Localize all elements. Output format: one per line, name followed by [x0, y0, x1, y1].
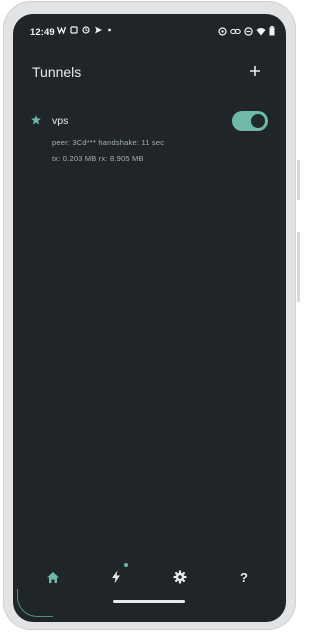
corner-accent [17, 589, 53, 617]
star-icon [31, 115, 41, 125]
tunnel-name: vps [52, 115, 69, 127]
bolt-icon [112, 570, 120, 584]
toggle-knob [251, 114, 265, 128]
nav-help[interactable]: ? [235, 568, 253, 586]
nav-indicator-dot [124, 563, 128, 567]
power-button [297, 232, 300, 302]
app-screen: 12:49 Tunnels vps peer: 3Cd*** handshake… [13, 14, 286, 622]
vpn-key-icon [218, 26, 227, 36]
tunnel-toggle[interactable] [232, 111, 268, 131]
add-tunnel-button[interactable] [244, 60, 266, 82]
nav-home[interactable] [44, 568, 62, 586]
dot-icon [108, 28, 111, 32]
w-icon [57, 26, 66, 34]
help-icon: ? [240, 569, 248, 585]
nav-bolt[interactable] [107, 568, 125, 586]
bottom-nav: ? [13, 562, 286, 592]
tunnel-row[interactable]: vps peer: 3Cd*** handshake: 11 sec tx: 0… [13, 110, 286, 174]
link-icon [230, 28, 241, 34]
status-left-icons [57, 26, 112, 34]
sync-icon [82, 26, 90, 34]
home-icon [47, 571, 59, 583]
status-bar: 12:49 [13, 14, 286, 40]
do-not-disturb-icon [244, 26, 253, 36]
battery-icon [269, 26, 275, 36]
status-time: 12:49 [30, 27, 55, 38]
nav-settings[interactable] [171, 568, 189, 586]
settings-icon [173, 570, 187, 584]
page-title: Tunnels [32, 64, 82, 80]
wifi-icon [256, 27, 266, 35]
send-icon [95, 26, 102, 34]
volume-button [297, 160, 300, 200]
plus-icon [250, 66, 260, 76]
tunnel-transfer-info: tx: 0.203 MB rx: 8.905 MB [52, 154, 144, 163]
gesture-bar[interactable] [113, 600, 185, 603]
tunnel-peer-info: peer: 3Cd*** handshake: 11 sec [52, 138, 165, 147]
status-right-icons [218, 26, 275, 36]
square-icon [70, 26, 78, 34]
